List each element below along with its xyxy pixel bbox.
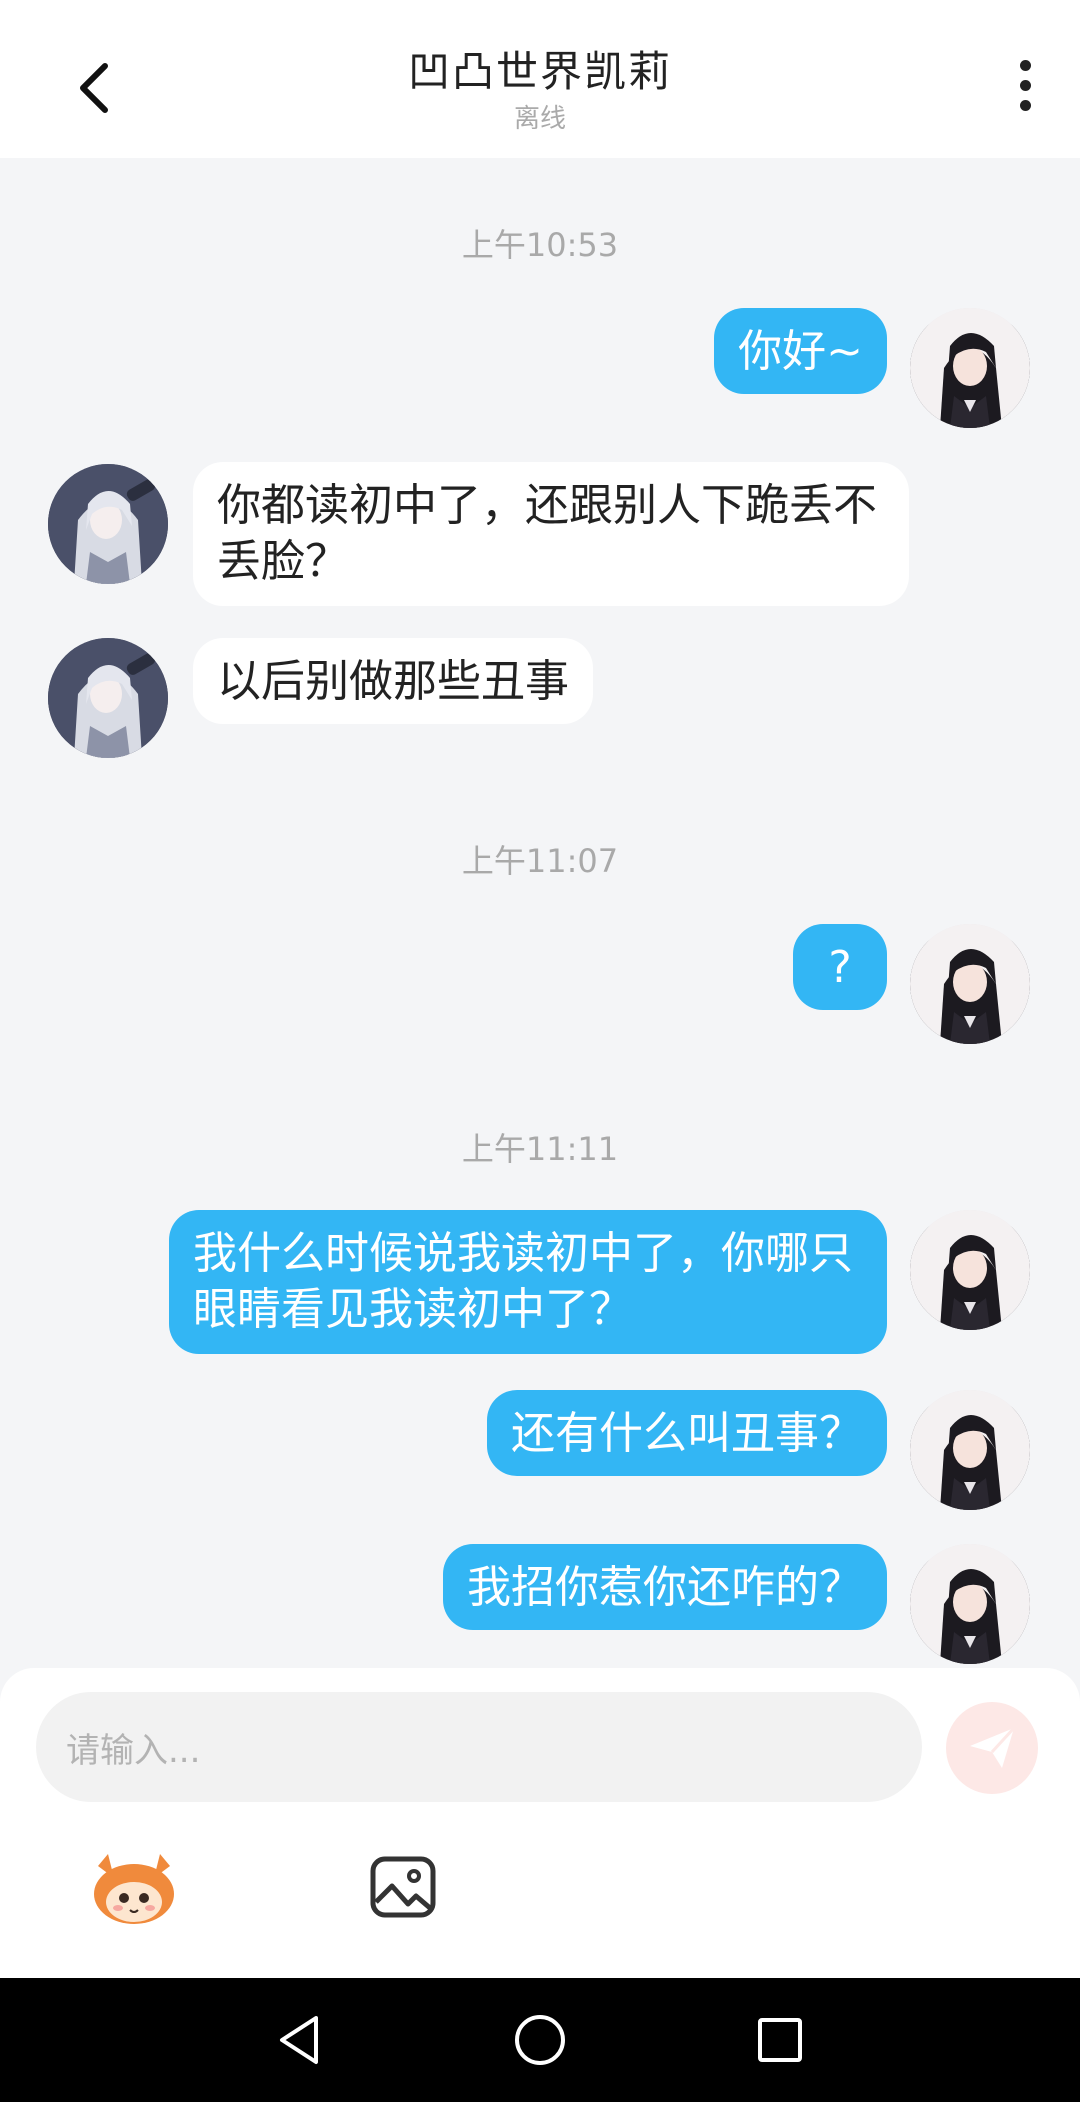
composer: 请输入... — [0, 1668, 1080, 1978]
timestamp: 上午11:11 — [461, 1130, 619, 1168]
message-bubble-sent[interactable]: 你好~ — [714, 308, 887, 394]
contact-avatar[interactable] — [48, 638, 168, 758]
my-avatar[interactable] — [910, 1544, 1030, 1664]
my-avatar[interactable] — [910, 1210, 1030, 1330]
avatar-image — [910, 308, 1030, 428]
square-recent-icon — [758, 2018, 802, 2062]
nav-back-button[interactable] — [264, 2008, 334, 2072]
online-status: 离线 — [513, 104, 566, 134]
avatar-image — [48, 464, 168, 584]
avatar-image — [910, 924, 1030, 1044]
chat-title: 凹凸世界凯莉 — [407, 47, 672, 96]
system-navigation-bar — [0, 1978, 1080, 2102]
chat-header: 凹凸世界凯莉 离线 — [0, 0, 1080, 158]
image-icon — [370, 1856, 436, 1918]
nav-recent-button[interactable] — [745, 2008, 815, 2072]
my-avatar[interactable] — [910, 308, 1030, 428]
send-button[interactable] — [946, 1702, 1038, 1794]
circle-home-icon — [515, 2015, 565, 2065]
mascot-icon — [94, 1854, 174, 1924]
contact-avatar[interactable] — [48, 464, 168, 584]
message-input[interactable]: 请输入... — [36, 1692, 922, 1802]
sticker-button[interactable] — [88, 1848, 180, 1928]
my-avatar[interactable] — [910, 924, 1030, 1044]
message-bubble-sent[interactable]: 还有什么叫丑事？ — [487, 1390, 887, 1476]
message-list[interactable]: 上午10:53 你好~ 你都读初中了，还跟别人下跪丢不丢脸？ 以后别做那些丑事 … — [0, 158, 1080, 1668]
timestamp: 上午11:07 — [461, 842, 619, 880]
avatar-image — [48, 638, 168, 758]
more-vertical-icon — [1019, 59, 1031, 71]
avatar-image — [910, 1390, 1030, 1510]
avatar-image — [910, 1210, 1030, 1330]
avatar-image — [910, 1544, 1030, 1664]
message-bubble-received[interactable]: 你都读初中了，还跟别人下跪丢不丢脸？ — [193, 462, 909, 606]
image-button[interactable] — [368, 1854, 438, 1920]
nav-home-button[interactable] — [505, 2008, 575, 2072]
more-options-button[interactable] — [1000, 50, 1050, 120]
message-bubble-received[interactable]: 以后别做那些丑事 — [193, 638, 593, 724]
my-avatar[interactable] — [910, 1390, 1030, 1510]
triangle-back-icon — [280, 2016, 318, 2064]
timestamp: 上午10:53 — [461, 226, 619, 264]
message-bubble-sent[interactable]: ? — [793, 924, 887, 1010]
message-bubble-sent[interactable]: 我招你惹你还咋的？ — [443, 1544, 887, 1630]
message-bubble-sent[interactable]: 我什么时候说我读初中了，你哪只眼睛看见我读初中了？ — [169, 1210, 887, 1354]
paper-plane-icon — [970, 1726, 1016, 1768]
